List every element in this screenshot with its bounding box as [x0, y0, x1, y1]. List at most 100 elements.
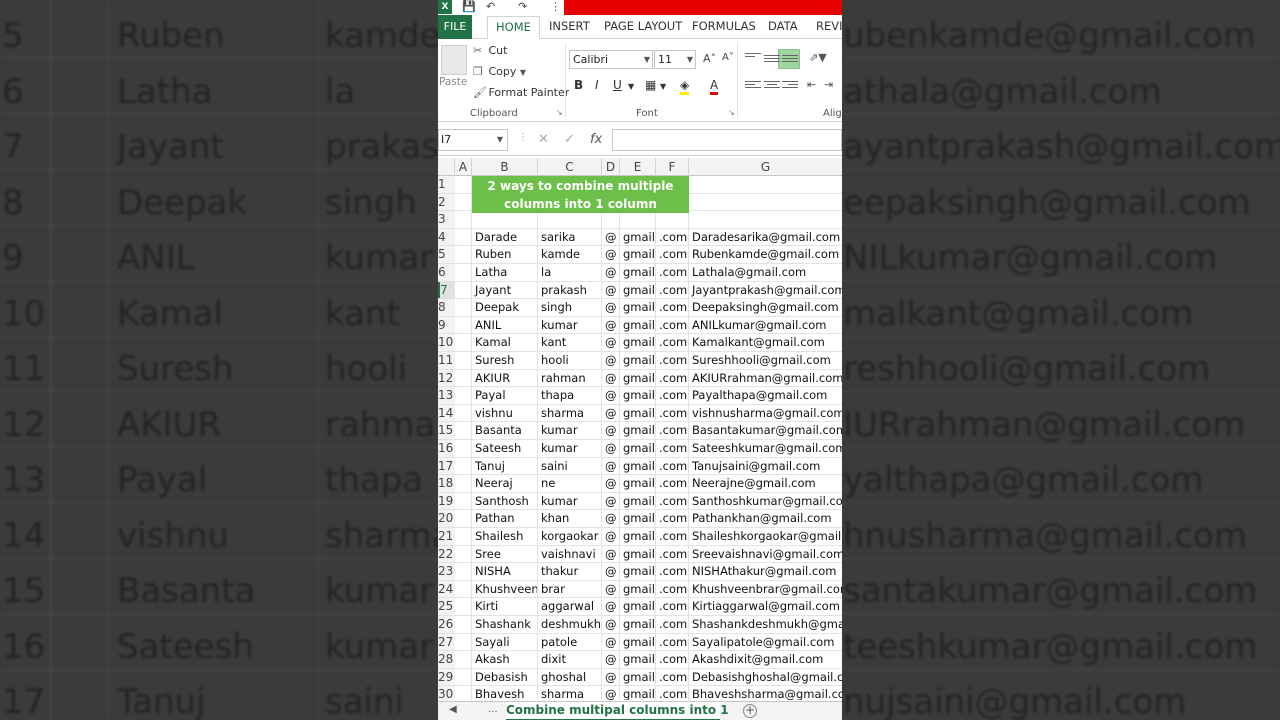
row-header[interactable]: 16 [438, 440, 455, 457]
cell-at[interactable]: @ [602, 246, 620, 263]
cell-tld[interactable]: .com [656, 404, 689, 422]
row-header[interactable]: 3 [438, 211, 455, 228]
cell-a[interactable] [455, 404, 472, 422]
cell-a[interactable] [455, 457, 472, 475]
cell-email[interactable]: Akashdixit@gmail.com [689, 651, 842, 668]
cell-at[interactable]: @ [602, 440, 620, 457]
cell-a[interactable] [455, 668, 472, 686]
cell-first[interactable]: Shashank [472, 616, 538, 633]
prev-sheet-icon[interactable]: ◀ [449, 704, 457, 715]
cell-a[interactable] [455, 228, 472, 246]
row-header[interactable]: 10 [438, 334, 455, 351]
cell-last[interactable]: la [538, 264, 602, 281]
cell-a[interactable] [455, 334, 472, 351]
cell-last[interactable]: hooli [538, 352, 602, 369]
cell-last[interactable]: kant [538, 334, 602, 351]
cell-email[interactable]: Daradesarika@gmail.com [689, 229, 842, 246]
cell-last[interactable]: khan [538, 510, 602, 527]
cell-a[interactable] [455, 598, 472, 615]
cell-last[interactable]: kamde [538, 246, 602, 263]
row-header[interactable]: 27 [438, 633, 455, 651]
cell-first[interactable]: Kamal [472, 334, 538, 351]
cell-last[interactable]: kumar [538, 422, 602, 439]
cell-at[interactable]: @ [602, 316, 620, 334]
align-middle-icon[interactable] [782, 53, 798, 65]
cell-domain[interactable]: gmail [620, 616, 656, 633]
cell-domain[interactable]: gmail [620, 264, 656, 281]
row-header[interactable]: 21 [438, 528, 455, 545]
cell-domain[interactable]: gmail [620, 475, 656, 492]
align-center-v-icon[interactable] [764, 53, 780, 65]
column-header-c[interactable]: C [538, 158, 602, 176]
cell-tld[interactable]: .com [656, 281, 689, 299]
cell-at[interactable]: @ [602, 422, 620, 439]
align-left-icon[interactable] [745, 79, 761, 91]
cell-domain[interactable]: gmail [620, 686, 656, 700]
cell-last[interactable]: sharma [538, 686, 602, 700]
cell-email[interactable]: Lathala@gmail.com [689, 264, 842, 281]
tab-formulas[interactable]: FORMULAS [692, 19, 756, 33]
cell-first[interactable]: Debasish [472, 668, 538, 686]
cell-at[interactable]: @ [602, 545, 620, 563]
increase-indent-icon[interactable]: ⇥ [824, 78, 833, 91]
cell-first[interactable]: Kirti [472, 598, 538, 615]
decrease-font-icon[interactable]: A˅ [722, 52, 734, 63]
redo-icon[interactable]: ↷ [518, 0, 527, 13]
row-header[interactable]: 29 [438, 668, 455, 686]
cell-last[interactable] [538, 211, 602, 228]
row-header[interactable]: 26 [438, 616, 455, 633]
cell-email[interactable]: Kirtiaggarwal@gmail.com [689, 598, 842, 615]
cell-first[interactable]: Shailesh [472, 528, 538, 545]
cell-first[interactable]: Sree [472, 545, 538, 563]
cell-last[interactable]: brar [538, 580, 602, 598]
italic-button[interactable]: I [595, 78, 599, 92]
cell-tld[interactable]: .com [656, 246, 689, 263]
cell-at[interactable]: @ [602, 475, 620, 492]
underline-dropdown-icon[interactable]: ▼ [628, 82, 634, 91]
cell-last[interactable]: kumar [538, 492, 602, 510]
format-painter-button[interactable]: 🖌 Format Painter [473, 86, 569, 99]
customize-qat-icon[interactable]: ⋮ [550, 0, 561, 13]
cell-a[interactable] [455, 387, 472, 404]
row-header[interactable]: 4 [438, 228, 455, 246]
cell-first[interactable]: Latha [472, 264, 538, 281]
cell-last[interactable]: kumar [538, 316, 602, 334]
undo-icon[interactable]: ↶ [486, 0, 495, 13]
cell-first[interactable]: Suresh [472, 352, 538, 369]
cell-first[interactable]: Deepak [472, 299, 538, 316]
cell-tld[interactable]: .com [656, 492, 689, 510]
cell-tld[interactable]: .com [656, 387, 689, 404]
row-header[interactable]: 20 [438, 510, 455, 527]
cell-tld[interactable]: .com [656, 352, 689, 369]
tab-insert[interactable]: INSERT [549, 19, 590, 33]
row-header[interactable]: 18 [438, 475, 455, 492]
borders-dropdown-icon[interactable]: ▼ [660, 82, 666, 91]
cell-a[interactable] [455, 440, 472, 457]
cell-at[interactable]: @ [602, 264, 620, 281]
cell-at[interactable]: @ [602, 369, 620, 387]
cell-last[interactable]: deshmukh [538, 616, 602, 633]
cell-at[interactable]: @ [602, 281, 620, 299]
row-header[interactable]: 22 [438, 545, 455, 563]
cell-last[interactable]: prakash [538, 281, 602, 299]
cell-at[interactable]: @ [602, 492, 620, 510]
cell-email[interactable]: Deepaksingh@gmail.com [689, 299, 842, 316]
cell-domain[interactable]: gmail [620, 651, 656, 668]
cell-email[interactable]: Sayalipatole@gmail.com [689, 634, 842, 651]
tab-review[interactable]: REVIE [816, 19, 842, 33]
underline-button[interactable]: U [613, 78, 622, 92]
cell-at[interactable]: @ [602, 404, 620, 422]
cell-email[interactable]: Sureshhooli@gmail.com [689, 352, 842, 369]
cell-tld[interactable]: .com [656, 651, 689, 668]
cell-first[interactable]: AKIUR [472, 369, 538, 387]
row-header[interactable]: 14 [438, 404, 455, 422]
cell-domain[interactable]: gmail [620, 668, 656, 686]
cell-email[interactable]: ANILkumar@gmail.com [689, 317, 842, 334]
cell-tld[interactable]: .com [656, 528, 689, 545]
cell-first[interactable]: Neeraj [472, 475, 538, 492]
column-header-b[interactable]: B [472, 158, 538, 176]
cell-first[interactable]: NISHA [472, 563, 538, 580]
cell-first[interactable]: Sayali [472, 633, 538, 651]
cell-at[interactable]: @ [602, 651, 620, 668]
row-header[interactable]: 11 [438, 352, 455, 369]
